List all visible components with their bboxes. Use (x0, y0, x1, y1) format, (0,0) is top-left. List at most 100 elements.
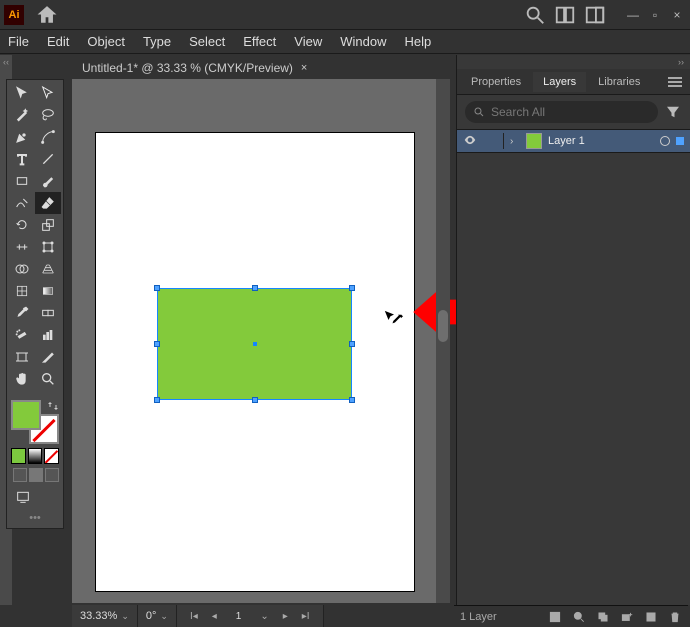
selection-indicator[interactable] (676, 137, 684, 145)
lasso-tool[interactable] (35, 104, 61, 126)
line-segment-tool[interactable] (35, 148, 61, 170)
zoom-tool[interactable] (35, 368, 61, 390)
layers-panel-footer: 1 Layer (454, 605, 688, 627)
layer-count: 1 Layer (460, 611, 538, 623)
workspace-switcher-icon[interactable] (584, 4, 606, 26)
eraser-tool[interactable] (35, 192, 61, 214)
menu-window[interactable]: Window (340, 34, 386, 49)
rotate-tool[interactable] (9, 214, 35, 236)
gradient-mode-icon[interactable] (28, 448, 43, 464)
scale-tool[interactable] (35, 214, 61, 236)
artboard-navigator[interactable]: I◂ ◂ 1 ⌄ ▸ ▸I (177, 605, 324, 627)
new-sublayer-icon[interactable] (620, 610, 634, 624)
filter-icon[interactable] (664, 101, 682, 123)
menu-object[interactable]: Object (87, 34, 125, 49)
resize-handle[interactable] (349, 397, 355, 403)
tab-properties[interactable]: Properties (461, 72, 531, 92)
resize-handle[interactable] (154, 285, 160, 291)
layer-row[interactable]: › Layer 1 (457, 129, 690, 153)
slice-tool[interactable] (35, 346, 61, 368)
mesh-tool[interactable] (9, 280, 35, 302)
export-icon[interactable] (548, 610, 562, 624)
delete-layer-icon[interactable] (668, 610, 682, 624)
resize-handle[interactable] (154, 397, 160, 403)
target-icon[interactable] (660, 136, 670, 146)
search-icon[interactable] (524, 4, 546, 26)
free-transform-tool[interactable] (35, 236, 61, 258)
resize-handle[interactable] (349, 285, 355, 291)
arrange-documents-icon[interactable] (554, 4, 576, 26)
locate-object-icon[interactable] (572, 610, 586, 624)
zoom-level[interactable]: 33.33%⌄ (72, 605, 138, 627)
column-graph-tool[interactable] (35, 324, 61, 346)
expand-dock-icon[interactable]: ›› (678, 57, 684, 67)
resize-handle[interactable] (154, 341, 160, 347)
paintbrush-tool[interactable] (35, 170, 61, 192)
layer-name[interactable]: Layer 1 (548, 135, 654, 147)
rectangle-tool[interactable] (9, 170, 35, 192)
maximize-button[interactable]: ▫ (646, 8, 664, 22)
canvas[interactable] (72, 79, 436, 603)
edit-toolbar-icon[interactable]: ••• (11, 512, 59, 524)
menu-view[interactable]: View (294, 34, 322, 49)
fill-swatch[interactable] (11, 400, 41, 430)
type-tool[interactable] (9, 148, 35, 170)
magic-wand-tool[interactable] (9, 104, 35, 126)
symbol-sprayer-tool[interactable] (9, 324, 35, 346)
toolbox: ••• (6, 79, 64, 529)
menu-type[interactable]: Type (143, 34, 171, 49)
eyedropper-tool[interactable] (9, 302, 35, 324)
rotate-view[interactable]: 0°⌄ (138, 605, 177, 627)
shaper-tool[interactable] (9, 192, 35, 214)
menubar: File Edit Object Type Select Effect View… (0, 30, 690, 54)
resize-handle[interactable] (349, 341, 355, 347)
menu-effect[interactable]: Effect (243, 34, 276, 49)
none-mode-icon[interactable] (44, 448, 59, 464)
home-icon[interactable] (36, 4, 58, 26)
layer-search-input[interactable]: Search All (465, 101, 658, 123)
draw-behind-icon[interactable] (29, 468, 43, 482)
close-button[interactable]: × (668, 8, 686, 22)
tab-layers[interactable]: Layers (533, 72, 586, 92)
resize-handle[interactable] (252, 397, 258, 403)
perspective-grid-tool[interactable] (35, 258, 61, 280)
collapse-dock-icon[interactable]: ‹‹ (0, 55, 12, 67)
width-tool[interactable] (9, 236, 35, 258)
swap-fill-stroke-icon[interactable] (47, 400, 59, 412)
clipping-mask-icon[interactable] (596, 610, 610, 624)
menu-help[interactable]: Help (404, 34, 431, 49)
new-layer-icon[interactable] (644, 610, 658, 624)
curvature-tool[interactable] (35, 126, 61, 148)
minimize-button[interactable]: — (624, 8, 642, 22)
artboard-tool[interactable] (9, 346, 35, 368)
panel-menu-icon[interactable] (664, 77, 686, 87)
screen-mode-icon[interactable] (13, 488, 33, 506)
fill-stroke-indicator[interactable] (11, 400, 59, 444)
tab-libraries[interactable]: Libraries (588, 72, 650, 92)
next-artboard-icon[interactable]: ▸ (278, 611, 293, 622)
artboard-number[interactable]: 1 (226, 611, 252, 622)
direct-selection-tool[interactable] (35, 82, 61, 104)
last-artboard-icon[interactable]: ▸I (297, 611, 315, 622)
prev-artboard-icon[interactable]: ◂ (207, 611, 222, 622)
shape-builder-tool[interactable] (9, 258, 35, 280)
selection-tool[interactable] (9, 82, 35, 104)
center-point (253, 342, 257, 346)
first-artboard-icon[interactable]: I◂ (185, 611, 203, 622)
draw-inside-icon[interactable] (45, 468, 59, 482)
blend-tool[interactable] (35, 302, 61, 324)
menu-edit[interactable]: Edit (47, 34, 69, 49)
draw-normal-icon[interactable] (13, 468, 27, 482)
layer-disclose-icon[interactable]: › (510, 136, 520, 147)
menu-file[interactable]: File (8, 34, 29, 49)
hand-tool[interactable] (9, 368, 35, 390)
resize-handle[interactable] (252, 285, 258, 291)
color-mode-icon[interactable] (11, 448, 26, 464)
gradient-tool[interactable] (35, 280, 61, 302)
pen-tool[interactable] (9, 126, 35, 148)
selected-rectangle[interactable] (158, 289, 351, 399)
menu-select[interactable]: Select (189, 34, 225, 49)
visibility-toggle-icon[interactable] (463, 133, 477, 150)
vertical-scrollbar[interactable] (436, 79, 450, 603)
app-logo: Ai (4, 5, 24, 25)
